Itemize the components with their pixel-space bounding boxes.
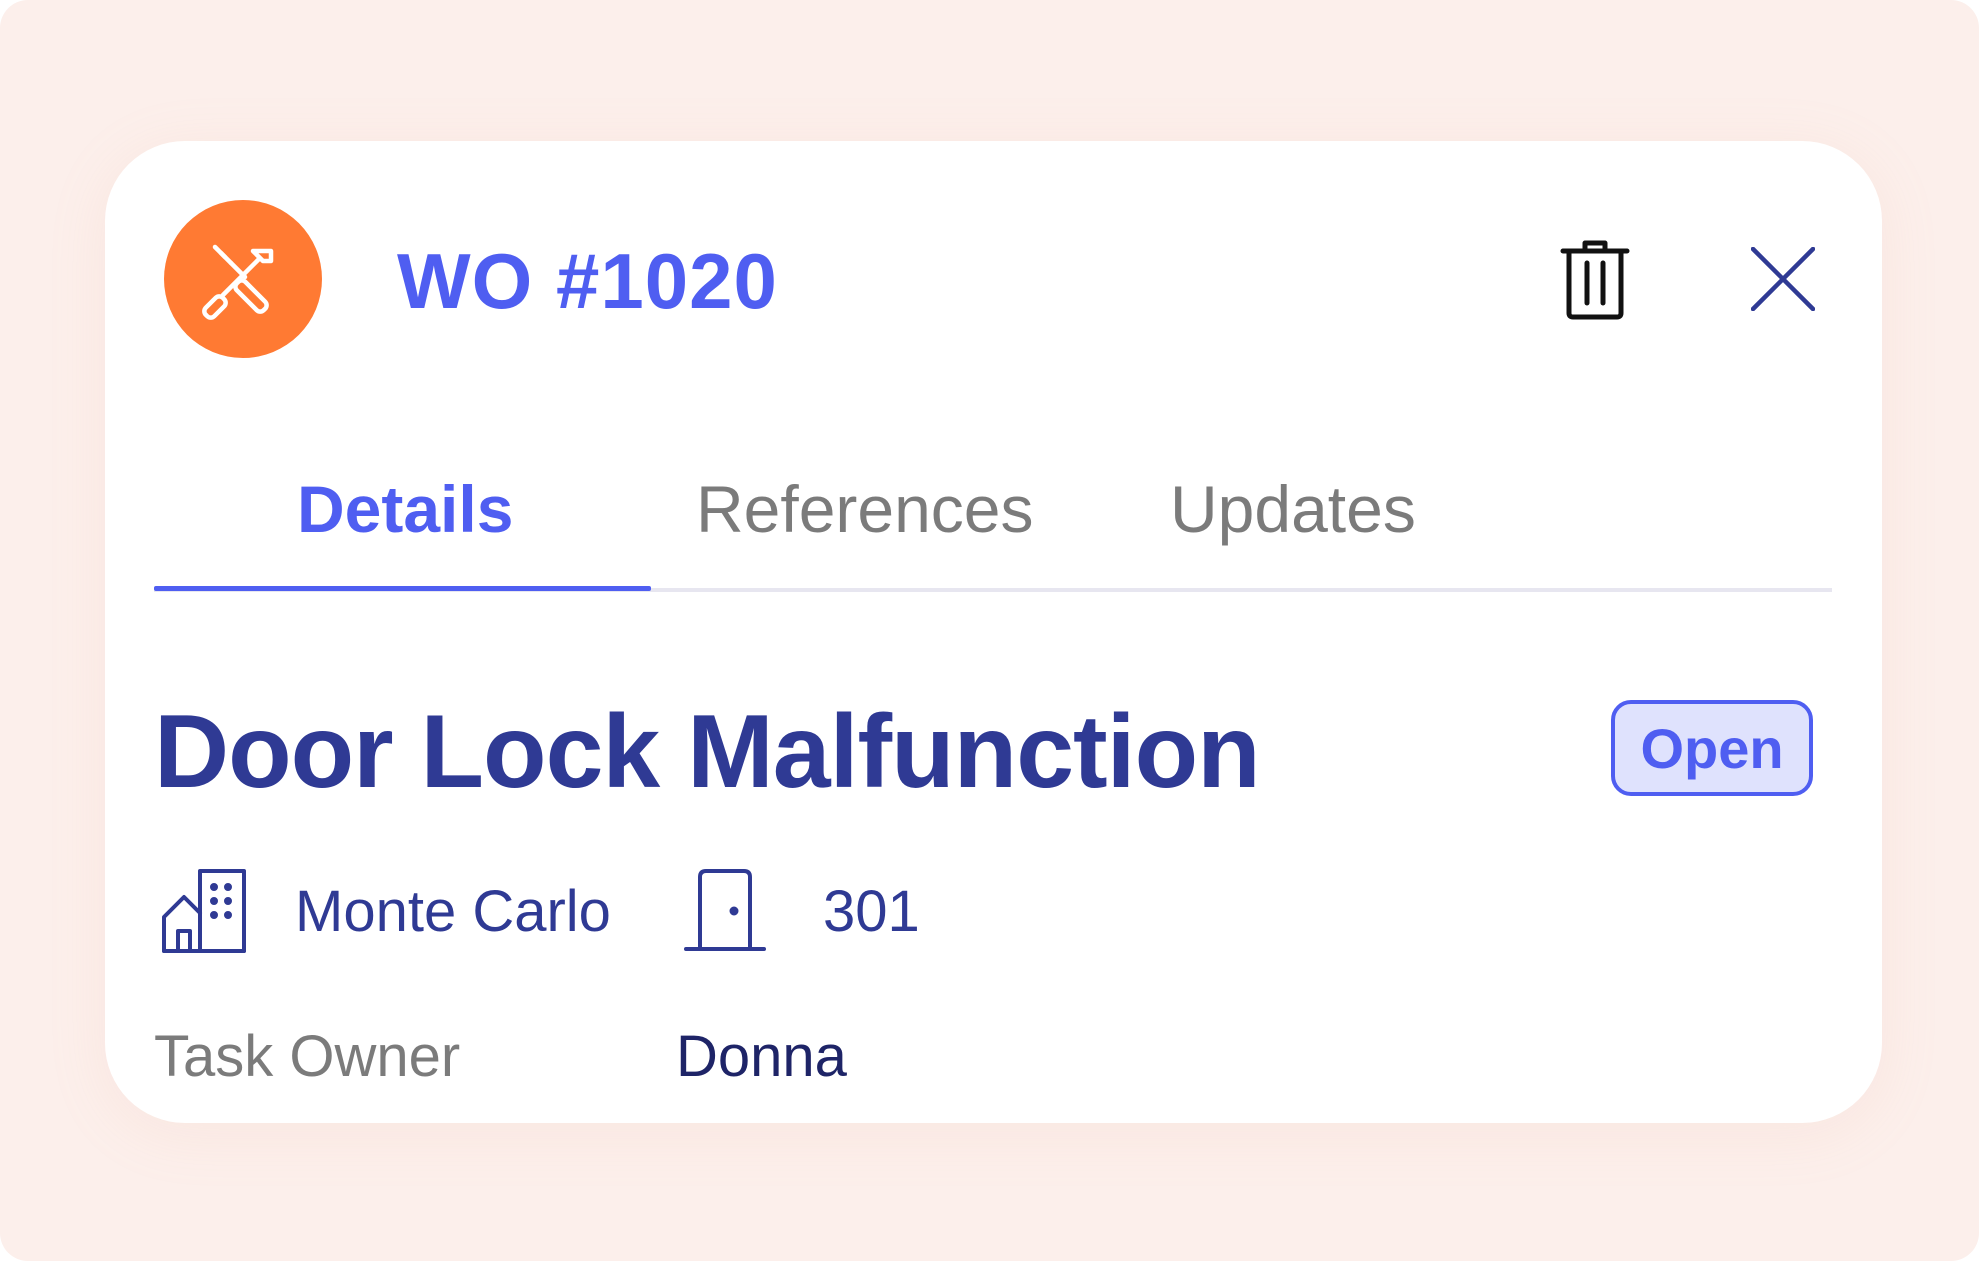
tab-updates[interactable]: Updates [1170,453,1416,565]
task-title: Door Lock Malfunction [154,694,1261,810]
tab-references[interactable]: References [696,453,1034,565]
tab-details[interactable]: Details [297,453,513,565]
unit-number: 301 [823,879,920,944]
close-button[interactable] [1733,229,1833,329]
work-order-avatar [164,200,322,358]
door-icon [684,869,766,951]
work-order-number: WO #1020 [397,237,778,325]
delete-button[interactable] [1545,229,1645,329]
location-row: Monte Carlo 301 [162,867,1162,957]
work-order-card: WO #1020 Details References Updates Door… [105,141,1882,1123]
active-tab-indicator [154,586,651,591]
task-owner-value: Donna [676,1024,847,1089]
close-icon [1751,247,1815,311]
tools-icon [202,244,274,320]
building-name: Monte Carlo [295,879,611,944]
status-badge: Open [1611,700,1813,796]
task-owner-label: Task Owner [154,1024,461,1089]
page-backdrop: WO #1020 Details References Updates Door… [0,0,1979,1261]
trash-icon [1560,240,1630,320]
building-icon [162,869,246,953]
